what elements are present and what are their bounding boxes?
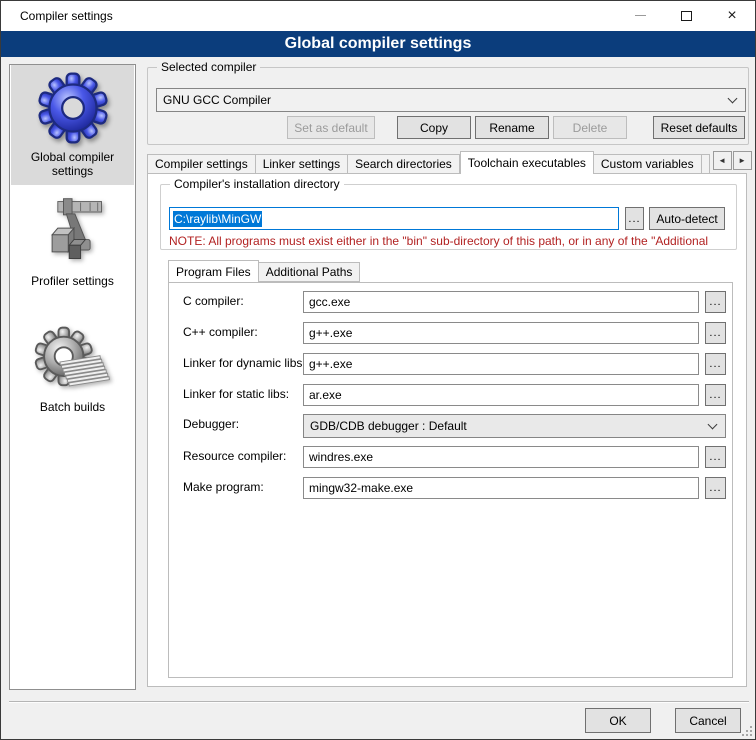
form-row: Linker for dynamic libs: g++.exe ... bbox=[169, 353, 732, 375]
reset-defaults-button[interactable]: Reset defaults bbox=[653, 116, 745, 139]
make-program-browse-button[interactable]: ... bbox=[705, 477, 726, 499]
compiler-settings-dialog: Compiler settings × Global compiler sett… bbox=[0, 0, 756, 740]
sidebar-item-profiler-settings[interactable]: Profiler settings bbox=[11, 189, 134, 293]
selected-compiler-group: Selected compiler GNU GCC Compiler Set a… bbox=[147, 67, 749, 145]
toolchain-executables-panel: Compiler's installation directory C:\ray… bbox=[147, 173, 747, 687]
resource-compiler-input[interactable]: windres.exe bbox=[303, 446, 699, 468]
sidebar-item-batch-builds[interactable]: Batch builds bbox=[11, 321, 134, 421]
form-row: C compiler: gcc.exe ... bbox=[169, 291, 732, 313]
static-linker-browse-button[interactable]: ... bbox=[705, 384, 726, 406]
caliper-icon bbox=[35, 191, 111, 271]
delete-button[interactable]: Delete bbox=[553, 116, 627, 139]
maximize-icon bbox=[681, 11, 692, 21]
program-files-tab-strip: Program Files Additional Paths bbox=[168, 260, 360, 282]
tab-additional-paths[interactable]: Additional Paths bbox=[259, 262, 361, 282]
installation-directory-group: Compiler's installation directory C:\ray… bbox=[160, 184, 737, 250]
sidebar-item-label: Profiler settings bbox=[31, 274, 114, 288]
debugger-select-value: GDB/CDB debugger : Default bbox=[304, 419, 467, 433]
installation-directory-value: C:\raylib\MinGW bbox=[173, 211, 262, 227]
compiler-select-value: GNU GCC Compiler bbox=[157, 93, 271, 107]
form-row: Resource compiler: windres.exe ... bbox=[169, 446, 732, 468]
cpp-compiler-label: C++ compiler: bbox=[183, 325, 258, 339]
sidebar-item-global-compiler-settings[interactable]: Global compiler settings bbox=[11, 65, 134, 185]
tab-custom-variables[interactable]: Custom variables bbox=[594, 154, 702, 174]
tab-linker-settings[interactable]: Linker settings bbox=[256, 154, 348, 174]
close-icon: × bbox=[727, 8, 736, 24]
tab-scroll-right-button[interactable]: ► bbox=[733, 151, 752, 170]
close-button[interactable]: × bbox=[709, 1, 755, 30]
form-row: C++ compiler: g++.exe ... bbox=[169, 322, 732, 344]
installation-note: NOTE: All programs must exist either in … bbox=[169, 234, 732, 248]
resize-grip[interactable] bbox=[742, 726, 752, 736]
tab-compiler-settings[interactable]: Compiler settings bbox=[147, 154, 256, 174]
blue-gear-icon bbox=[35, 69, 111, 147]
minimize-button[interactable] bbox=[617, 1, 663, 30]
group-legend: Selected compiler bbox=[157, 60, 260, 74]
dynamic-linker-browse-button[interactable]: ... bbox=[705, 353, 726, 375]
tab-build-options-clipped[interactable]: Build bbox=[702, 154, 710, 174]
dynamic-linker-input[interactable]: g++.exe bbox=[303, 353, 699, 375]
set-as-default-button[interactable]: Set as default bbox=[287, 116, 375, 139]
dialog-banner: Global compiler settings bbox=[1, 31, 755, 57]
c-compiler-browse-button[interactable]: ... bbox=[705, 291, 726, 313]
group-legend: Compiler's installation directory bbox=[170, 177, 344, 191]
footer-divider bbox=[9, 701, 749, 703]
ok-button[interactable]: OK bbox=[585, 708, 651, 733]
dynamic-linker-label: Linker for dynamic libs: bbox=[183, 356, 306, 370]
window-title: Compiler settings bbox=[20, 9, 113, 23]
maximize-button[interactable] bbox=[663, 1, 709, 30]
cpp-compiler-browse-button[interactable]: ... bbox=[705, 322, 726, 344]
sidebar-item-label: Global compiler settings bbox=[11, 150, 134, 178]
tab-program-files[interactable]: Program Files bbox=[168, 260, 259, 282]
tab-toolchain-executables[interactable]: Toolchain executables bbox=[460, 151, 594, 174]
settings-tab-strip: Compiler settings Linker settings Search… bbox=[147, 151, 749, 174]
settings-category-list: Global compiler settings Profiler settin… bbox=[9, 64, 136, 690]
chevron-down-icon bbox=[728, 94, 738, 104]
make-program-label: Make program: bbox=[183, 480, 264, 494]
gear-stack-icon bbox=[34, 325, 112, 397]
browse-directory-button[interactable]: ... bbox=[625, 207, 644, 230]
form-row: Make program: mingw32-make.exe ... bbox=[169, 477, 732, 499]
static-linker-input[interactable]: ar.exe bbox=[303, 384, 699, 406]
sidebar-item-label: Batch builds bbox=[40, 400, 105, 414]
form-row: Debugger: GDB/CDB debugger : Default bbox=[169, 414, 732, 438]
debugger-label: Debugger: bbox=[183, 417, 239, 431]
rename-button[interactable]: Rename bbox=[475, 116, 549, 139]
cancel-button[interactable]: Cancel bbox=[675, 708, 741, 733]
make-program-input[interactable]: mingw32-make.exe bbox=[303, 477, 699, 499]
c-compiler-input[interactable]: gcc.exe bbox=[303, 291, 699, 313]
arrow-left-icon: ◄ bbox=[718, 156, 726, 165]
resource-compiler-label: Resource compiler: bbox=[183, 449, 286, 463]
installation-directory-input[interactable]: C:\raylib\MinGW bbox=[169, 207, 619, 230]
tab-scroll-left-button[interactable]: ◄ bbox=[713, 151, 732, 170]
resource-compiler-browse-button[interactable]: ... bbox=[705, 446, 726, 468]
program-files-panel: C compiler: gcc.exe ... C++ compiler: g+… bbox=[168, 282, 733, 678]
arrow-right-icon: ► bbox=[738, 156, 746, 165]
c-compiler-label: C compiler: bbox=[183, 294, 244, 308]
static-linker-label: Linker for static libs: bbox=[183, 387, 289, 401]
cpp-compiler-input[interactable]: g++.exe bbox=[303, 322, 699, 344]
chevron-down-icon bbox=[708, 420, 718, 430]
form-row: Linker for static libs: ar.exe ... bbox=[169, 384, 732, 406]
minimize-icon bbox=[635, 15, 646, 16]
auto-detect-button[interactable]: Auto-detect bbox=[649, 207, 725, 230]
copy-button[interactable]: Copy bbox=[397, 116, 471, 139]
compiler-select[interactable]: GNU GCC Compiler bbox=[156, 88, 746, 112]
debugger-select[interactable]: GDB/CDB debugger : Default bbox=[303, 414, 726, 438]
tab-search-directories[interactable]: Search directories bbox=[348, 154, 460, 174]
